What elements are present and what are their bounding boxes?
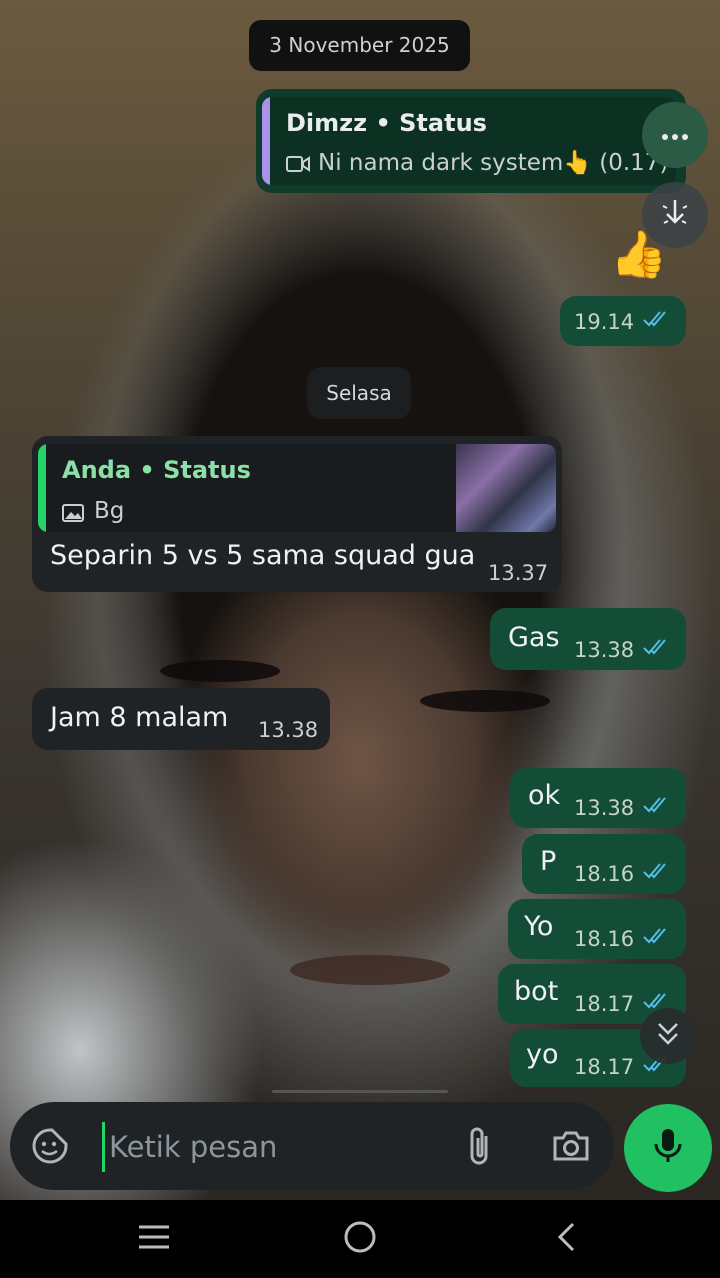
message-text: Jam 8 malam xyxy=(50,702,229,733)
more-options-button[interactable] xyxy=(642,102,708,168)
quote-text: Bg xyxy=(94,498,125,524)
message-time: 13.37 xyxy=(488,561,549,585)
back-button[interactable] xyxy=(536,1214,596,1264)
camera-icon[interactable] xyxy=(546,1124,596,1168)
message-composer xyxy=(10,1102,614,1190)
message-text: Gas xyxy=(508,622,560,653)
image-icon xyxy=(62,504,84,526)
home-circle-icon xyxy=(343,1220,377,1258)
message-text: bot xyxy=(514,976,559,1007)
mic-icon xyxy=(653,1127,683,1169)
message-time: 18.16 xyxy=(574,862,635,886)
menu-button[interactable] xyxy=(124,1214,184,1264)
scroll-to-bottom-button[interactable] xyxy=(640,1008,696,1064)
sticker-icon[interactable] xyxy=(28,1124,72,1168)
message-bubble-outgoing[interactable]: Yo 18.16 xyxy=(508,899,686,959)
status-quote[interactable]: Anda • Status Bg xyxy=(38,444,556,532)
message-text: P xyxy=(540,846,557,877)
ai-action-button[interactable] xyxy=(642,182,708,248)
status-reply-bubble-outgoing[interactable]: Dimzz • Status Ni nama dark system👆 (0.1… xyxy=(256,89,686,193)
quote-author: Anda • Status xyxy=(62,456,251,484)
status-reply-bubble-incoming[interactable]: Anda • Status Bg Separin 5 vs 5 sama squ… xyxy=(32,436,562,592)
system-navigation-bar xyxy=(0,1200,720,1278)
message-text: yo xyxy=(526,1039,559,1070)
divider xyxy=(272,1090,448,1093)
message-text: Separin 5 vs 5 sama squad gua xyxy=(50,540,476,571)
message-time: 13.38 xyxy=(258,718,319,742)
quote-author: Dimzz • Status xyxy=(286,109,487,137)
day-separator: Selasa xyxy=(307,367,411,419)
message-time: 18.17 xyxy=(574,992,635,1016)
message-time: 13.38 xyxy=(574,796,635,820)
read-ticks-icon xyxy=(642,927,672,949)
message-bubble-outgoing[interactable]: P 18.16 xyxy=(522,834,686,894)
message-bubble-outgoing[interactable]: Gas 13.38 xyxy=(490,608,686,670)
read-ticks-icon xyxy=(642,796,672,818)
menu-icon xyxy=(137,1224,171,1254)
message-input[interactable] xyxy=(102,1122,451,1172)
paperclip-icon[interactable] xyxy=(458,1124,502,1168)
message-bubble-incoming[interactable]: Jam 8 malam 13.38 xyxy=(32,688,330,750)
status-thumbnail xyxy=(456,444,556,532)
status-quote[interactable]: Dimzz • Status Ni nama dark system👆 (0.1… xyxy=(262,97,676,185)
wallpaper-detail xyxy=(290,955,450,985)
message-time: 18.17 xyxy=(574,1055,635,1079)
message-bubble-outgoing[interactable]: 19.14 xyxy=(560,296,686,346)
quote-accent-bar xyxy=(38,444,46,532)
more-horizontal-icon xyxy=(661,126,689,145)
quote-text: Ni nama dark system👆 (0.17) xyxy=(318,150,669,176)
read-ticks-icon xyxy=(642,310,672,332)
double-chevron-down-icon xyxy=(656,1021,680,1051)
quote-accent-bar xyxy=(262,97,270,185)
wallpaper-detail xyxy=(160,660,280,682)
sparkle-download-icon xyxy=(658,196,692,234)
wallpaper-detail xyxy=(420,690,550,712)
home-button[interactable] xyxy=(330,1214,390,1264)
message-time: 19.14 xyxy=(574,310,635,334)
message-text: Yo xyxy=(524,911,554,942)
message-text: ok xyxy=(528,780,561,811)
read-ticks-icon xyxy=(642,638,672,660)
read-ticks-icon xyxy=(642,862,672,884)
message-bubble-outgoing[interactable]: ok 13.38 xyxy=(510,768,686,828)
voice-record-button[interactable] xyxy=(624,1104,712,1192)
message-time: 18.16 xyxy=(574,927,635,951)
message-time: 13.38 xyxy=(574,638,635,662)
video-icon xyxy=(286,155,310,177)
back-chevron-icon xyxy=(555,1221,577,1257)
date-separator: 3 November 2025 xyxy=(249,20,470,71)
